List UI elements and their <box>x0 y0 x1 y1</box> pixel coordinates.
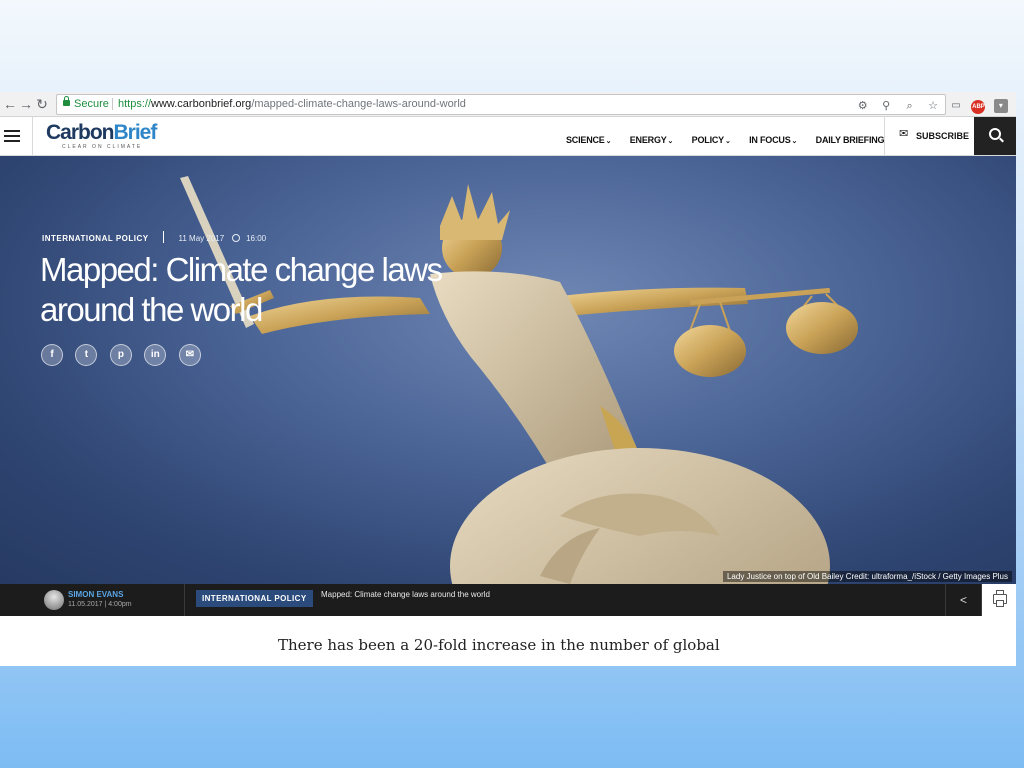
author-date: 11.05.2017 | 4:00pm <box>68 601 132 608</box>
hamburger-menu-icon[interactable] <box>0 117 33 155</box>
nav-energy-label: ENERGY <box>629 135 667 145</box>
hero-time: 16:00 <box>246 234 267 243</box>
author-avatar[interactable] <box>44 590 64 610</box>
url-text[interactable]: https://www.carbonbrief.org/mapped-clima… <box>118 98 466 110</box>
author-name-link[interactable]: SIMON EVANS <box>68 590 123 599</box>
url-domain: www.carbonbrief.org <box>151 98 252 110</box>
meta-divider <box>163 230 165 243</box>
print-icon <box>993 590 1007 607</box>
nav-science-label: SCIENCE <box>566 135 605 145</box>
chevron-down-icon: ⌄ <box>605 138 612 145</box>
hero-category-link[interactable]: INTERNATIONAL POLICY <box>42 234 149 243</box>
address-bar[interactable]: Secure https://www.carbonbrief.org/mappe… <box>56 94 946 115</box>
url-scheme: https:// <box>118 98 152 110</box>
location-icon[interactable]: ⚲ <box>878 98 894 114</box>
facebook-icon[interactable]: f <box>41 344 63 366</box>
article-title: Mapped: Climate change laws around the w… <box>40 251 443 328</box>
subscribe-button[interactable]: ✉ SUBSCRIBE <box>884 117 975 155</box>
nav-science[interactable]: SCIENCE⌄ <box>566 135 611 145</box>
nav-policy[interactable]: POLICY⌄ <box>692 135 731 145</box>
nav-policy-label: POLICY <box>691 135 725 145</box>
site-header: CarbonBrief CLEAR ON CLIMATE SCIENCE⌄ EN… <box>0 117 1016 156</box>
clock-icon <box>231 234 240 242</box>
search-button[interactable] <box>974 117 1016 155</box>
bar-article-title: Mapped: Climate change laws around the w… <box>321 590 490 599</box>
main-nav: SCIENCE⌄ ENERGY⌄ POLICY⌄ IN FOCUS⌄ DAILY… <box>566 130 898 145</box>
cast-icon[interactable]: ▭ <box>949 99 963 113</box>
email-icon[interactable]: ✉ <box>178 344 201 366</box>
logo-wordmark: CarbonBrief <box>46 121 158 144</box>
chevron-down-icon: ⌄ <box>724 138 731 145</box>
subscribe-icon: ✉ <box>899 128 909 140</box>
lastpass-icon[interactable]: ⚙ <box>855 98 871 114</box>
logo-accent: Brief <box>113 121 158 144</box>
nav-daily-briefing-label: DAILY BRIEFING <box>815 135 885 145</box>
search-icon <box>989 128 1001 140</box>
share-icon[interactable]: < <box>945 584 981 616</box>
forward-icon[interactable]: → <box>18 95 34 113</box>
back-icon[interactable]: ← <box>2 95 18 113</box>
pinterest-icon[interactable]: p <box>109 344 132 366</box>
chevron-down-icon: ⌄ <box>791 138 798 145</box>
extension-icons: ▭ ABP ▾ ⋮ <box>945 95 1016 130</box>
reload-icon[interactable]: ↻ <box>34 95 50 113</box>
nav-daily-briefing[interactable]: DAILY BRIEFING <box>816 135 885 145</box>
twitter-icon[interactable]: t <box>75 344 98 366</box>
hero-meta: INTERNATIONAL POLICY 11 May 2017 16:00 <box>42 228 267 243</box>
category-badge[interactable]: INTERNATIONAL POLICY <box>196 590 313 607</box>
logo-tagline: CLEAR ON CLIMATE <box>62 144 143 150</box>
url-path: /mapped-climate-change-laws-around-world <box>251 98 466 110</box>
hero-date: 11 May 2017 <box>178 234 225 243</box>
carbonbrief-logo[interactable]: CarbonBrief CLEAR ON CLIMATE <box>46 121 158 152</box>
subscribe-label: SUBSCRIBE <box>916 131 970 141</box>
bookmark-star-icon[interactable]: ☆ <box>925 98 941 114</box>
browser-window: ← → ↻ Secure https://www.carbonbrief.org… <box>0 92 1016 666</box>
hero-banner: INTERNATIONAL POLICY 11 May 2017 16:00 M… <box>0 156 1016 584</box>
secure-label: Secure <box>74 98 109 110</box>
url-divider <box>112 98 113 110</box>
print-button[interactable] <box>981 584 1016 616</box>
bar-divider <box>184 584 185 616</box>
adblock-icon[interactable]: ABP <box>971 100 986 114</box>
logo-main: Carbon <box>46 121 114 144</box>
linkedin-icon[interactable]: in <box>144 344 167 366</box>
lock-icon <box>63 96 70 106</box>
nav-in-focus[interactable]: IN FOCUS⌄ <box>749 135 797 145</box>
lady-justice-statue-image <box>180 176 858 584</box>
zoom-icon[interactable]: ⌕ <box>902 98 918 114</box>
chevron-down-icon: ⌄ <box>667 138 674 145</box>
nav-in-focus-label: IN FOCUS <box>749 135 791 145</box>
article-intro-text: There has been a 20-fold increase in the… <box>278 636 720 654</box>
url-action-icons: ⚙ ⚲ ⌕ ☆ <box>852 96 941 112</box>
nav-energy[interactable]: ENERGY⌄ <box>629 135 674 145</box>
photo-credit: Lady Justice on top of Old Bailey Credit… <box>722 571 1012 582</box>
extension-icon[interactable]: ▾ <box>993 99 1008 113</box>
article-info-bar: SIMON EVANS 11.05.2017 | 4:00pm INTERNAT… <box>0 584 1016 616</box>
browser-toolbar: ← → ↻ Secure https://www.carbonbrief.org… <box>0 92 1016 130</box>
social-share-row: f t p in ✉ <box>41 344 209 366</box>
